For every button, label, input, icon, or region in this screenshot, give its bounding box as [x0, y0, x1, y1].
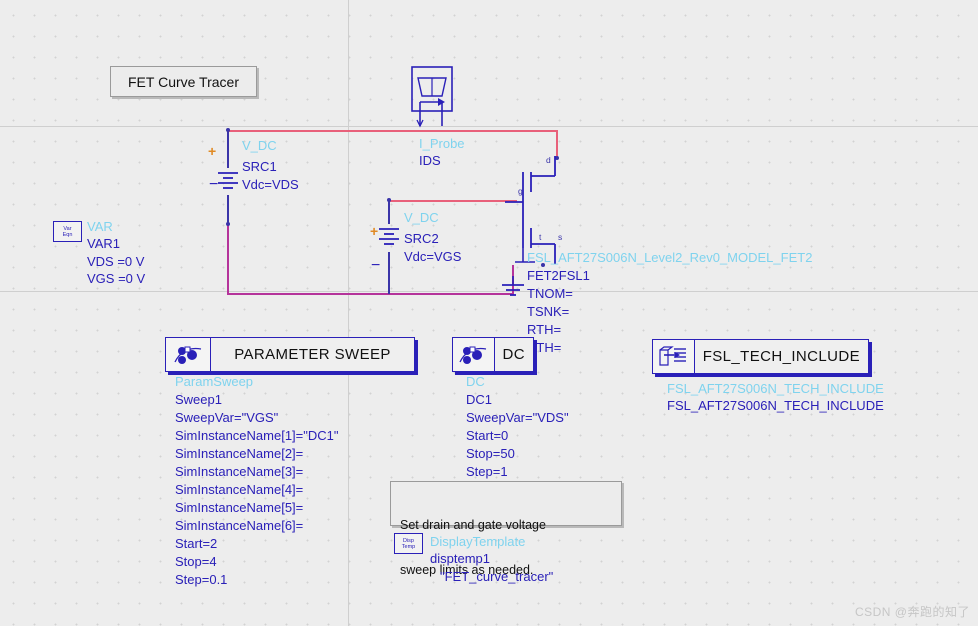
dc-block[interactable]: DC [452, 337, 534, 372]
src1-value-label: Vdc=VDS [242, 177, 299, 192]
var-param-vds: VDS =0 V [87, 254, 145, 269]
fet-terminal-source-label: s [558, 232, 563, 242]
var-param-vgs: VGS =0 V [87, 271, 146, 286]
tech-include-caption: FSL_TECH_INCLUDE [702, 348, 860, 365]
fet-terminal-drain-label: d [546, 155, 551, 165]
src2-type-label: V_DC [404, 210, 439, 225]
fet-param-tsnk: TSNK= [527, 304, 570, 319]
page-guide-horizontal-bottom [0, 291, 978, 292]
dc-caption: DC [502, 346, 525, 363]
parameter-sweep-line-5: SimInstanceName[5]= [175, 500, 304, 515]
dc-line-0: SweepVar="VDS" [466, 410, 569, 425]
voltage-source-icon [379, 228, 399, 245]
src2-minus-sign: − [371, 257, 381, 274]
fet-terminal-gate-label: g [518, 186, 523, 196]
sweep-glyph-icon [174, 346, 202, 364]
wire-src1-to-ground [227, 224, 229, 294]
var-type-label: VAR [87, 219, 113, 234]
parameter-sweep-line-3: SimInstanceName[3]= [175, 464, 304, 479]
display-template-value-label: "FET_curve_tracer" [440, 569, 554, 584]
display-template-type-label: DisplayTemplate [430, 534, 526, 549]
src2-name-label: SRC2 [404, 231, 439, 246]
src1-minus-sign: − [209, 176, 219, 193]
schematic-canvas[interactable]: FET Curve Tracer I_Probe IDS + − V_DC SR… [0, 0, 978, 626]
dc-line-1: Start=0 [466, 428, 509, 443]
parameter-sweep-line-6: SimInstanceName[6]= [175, 518, 304, 533]
node-src2-top [387, 198, 391, 202]
fet-ground-symbol [498, 276, 528, 302]
tech-include-name-label: FSL_AFT27S006N_TECH_INCLUDE [667, 398, 884, 413]
parameter-sweep-line-1: SimInstanceName[1]="DC1" [175, 428, 339, 443]
parameter-sweep-icon [166, 338, 211, 371]
src1-plus-sign: + [208, 143, 217, 159]
fet-name-label: FET2FSL1 [527, 268, 590, 283]
i-probe-icon [411, 66, 453, 128]
var-icon[interactable]: Var Eqn [53, 221, 82, 242]
src2-symbol[interactable] [375, 221, 403, 253]
parameter-sweep-line-4: SimInstanceName[4]= [175, 482, 304, 497]
dc-line-2: Stop=50 [466, 446, 515, 461]
display-template-name-label: disptemp1 [430, 551, 490, 566]
parameter-sweep-line-8: Stop=4 [175, 554, 217, 569]
parameter-sweep-line-7: Start=2 [175, 536, 218, 551]
fet-model-label: FSL_AFT27S006N_Level2_Rev0_MODEL_FET2 [527, 250, 813, 265]
src1-type-label: V_DC [242, 138, 277, 153]
page-guide-vertical [348, 0, 349, 626]
parameter-sweep-line-2: SimInstanceName[2]= [175, 446, 304, 461]
wire-src2-bottom [388, 252, 390, 294]
dc-type-label: DC [466, 374, 485, 389]
fet-param-rth: RTH= [527, 322, 562, 337]
watermark: CSDN @奔跑的知了 [854, 605, 970, 619]
i-probe-symbol[interactable] [407, 66, 457, 128]
tech-include-type-label: FSL_AFT27S006N_TECH_INCLUDE [667, 381, 884, 396]
src2-plus-sign: + [370, 223, 379, 239]
parameter-sweep-line-9: Step=0.1 [175, 572, 228, 587]
parameter-sweep-block[interactable]: PARAMETER SWEEP [165, 337, 415, 372]
display-template-icon-line2: Temp [401, 543, 416, 550]
wire-ground-rail [227, 293, 514, 295]
title-box[interactable]: FET Curve Tracer [110, 66, 257, 97]
title-box-label: FET Curve Tracer [128, 73, 239, 90]
fet-terminal-thermal-label: t [539, 232, 542, 242]
dc-name-label: DC1 [466, 392, 493, 407]
fet-param-tnom: TNOM= [527, 286, 573, 301]
i-probe-type-label: I_Probe [419, 136, 465, 151]
note-line-1: Set drain and gate voltage [400, 518, 546, 532]
wire-gate-horizontal [389, 200, 517, 202]
display-template-icon[interactable]: Disp Temp [394, 533, 423, 554]
parameter-sweep-caption: PARAMETER SWEEP [234, 346, 391, 363]
src2-value-label: Vdc=VGS [404, 249, 462, 264]
dc-icon [453, 338, 495, 371]
dc-line-3: Step=1 [466, 464, 508, 479]
wire-drain-rail [228, 130, 558, 132]
i-probe-name-label: IDS [419, 153, 441, 168]
parameter-sweep-name-label: Sweep1 [175, 392, 222, 407]
parameter-sweep-line-0: SweepVar="VGS" [175, 410, 279, 425]
sweep-glyph-icon [459, 346, 487, 364]
page-guide-horizontal-top [0, 126, 978, 127]
note-box[interactable]: Set drain and gate voltage sweep limits … [390, 481, 622, 577]
src1-name-label: SRC1 [242, 159, 277, 174]
var-icon-line2: Eqn [62, 231, 73, 238]
include-file-icon [659, 345, 687, 366]
node-src1-bottom [226, 222, 230, 226]
ground-icon [502, 276, 524, 296]
node-src1-top [226, 128, 230, 132]
wire-src1-top [227, 130, 229, 168]
parameter-sweep-type-label: ParamSweep [175, 374, 254, 389]
tech-include-block[interactable]: FSL_TECH_INCLUDE [652, 339, 869, 374]
var-name-label: VAR1 [87, 236, 120, 251]
wire-src1-bottom [227, 195, 229, 225]
tech-include-icon [653, 340, 695, 373]
